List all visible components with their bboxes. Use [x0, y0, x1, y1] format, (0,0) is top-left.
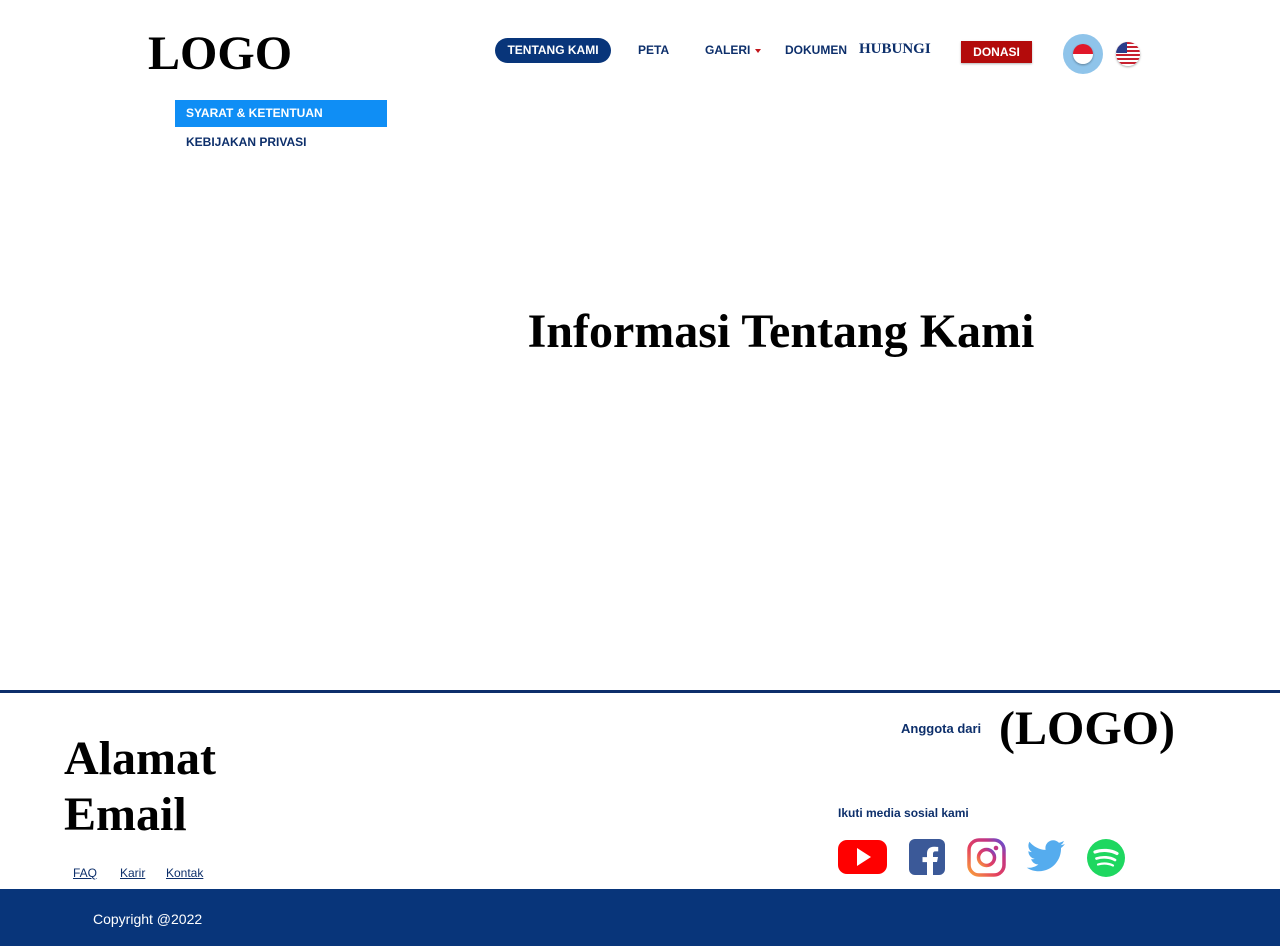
us-flag-icon — [1116, 42, 1140, 66]
footer-divider — [0, 690, 1280, 693]
youtube-link[interactable] — [838, 838, 888, 881]
facebook-icon — [909, 839, 945, 876]
language-id-button[interactable] — [1063, 34, 1103, 74]
nav-peta[interactable]: PETA — [638, 38, 669, 63]
submenu-item-kebijakan[interactable]: KEBIJAKAN PRIVASI — [175, 129, 387, 156]
nav-galeri[interactable]: GALERI — [705, 38, 762, 63]
twitter-link[interactable] — [1026, 838, 1066, 881]
member-of-label: Anggota dari — [901, 721, 982, 736]
nav-tentang-kami[interactable]: TENTANG KAMI — [495, 38, 611, 63]
language-en-button[interactable] — [1116, 42, 1140, 66]
page-title: Informasi Tentang Kami — [527, 305, 1035, 358]
footer-email: Email — [64, 788, 187, 841]
nav-galeri-label: GALERI — [705, 43, 751, 57]
footer-link-karir[interactable]: Karir — [120, 866, 145, 880]
footer-address: Alamat — [64, 732, 216, 785]
social-label: Ikuti media sosial kami — [838, 806, 969, 820]
twitter-icon — [1026, 840, 1065, 872]
donate-button[interactable]: DONASI — [961, 41, 1032, 63]
spotify-icon — [1087, 839, 1125, 877]
member-logo: (LOGO) — [999, 702, 1175, 755]
footer-link-kontak[interactable]: Kontak — [166, 866, 203, 880]
facebook-link[interactable] — [908, 838, 946, 881]
nav-dokumen[interactable]: DOKUMEN — [785, 38, 847, 63]
nav-hubungi[interactable]: HUBUNGI — [859, 37, 931, 62]
instagram-icon — [967, 838, 1006, 877]
spotify-link[interactable] — [1086, 838, 1126, 883]
logo[interactable]: LOGO — [148, 26, 292, 82]
caret-down-icon — [755, 48, 762, 53]
submenu: SYARAT & KETENTUAN KEBIJAKAN PRIVASI — [175, 100, 387, 156]
copyright-text: Copyright @2022 — [93, 911, 203, 927]
instagram-link[interactable] — [967, 838, 1006, 882]
youtube-icon — [838, 840, 887, 874]
footer-link-faq[interactable]: FAQ — [73, 866, 97, 880]
submenu-item-syarat[interactable]: SYARAT & KETENTUAN — [175, 100, 387, 127]
id-flag-icon — [1073, 44, 1093, 64]
